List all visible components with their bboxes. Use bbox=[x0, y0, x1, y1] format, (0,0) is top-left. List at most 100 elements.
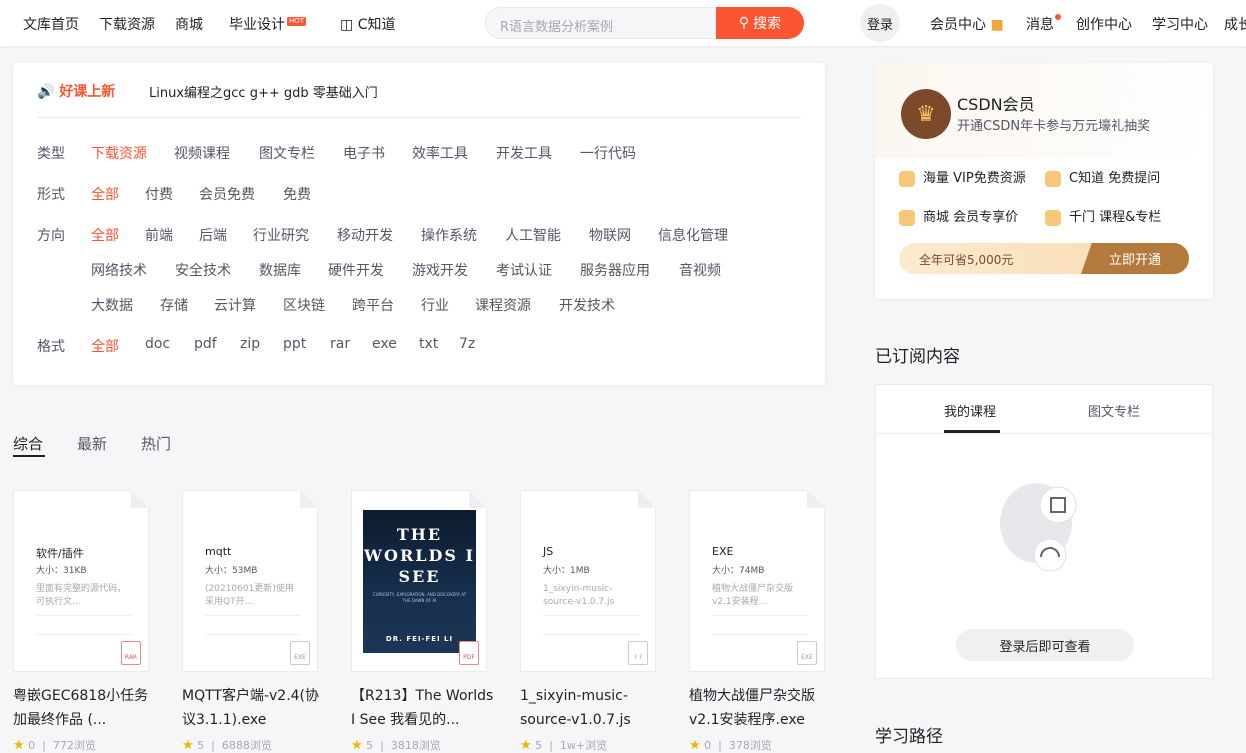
filter-dir[interactable]: 全部 bbox=[91, 225, 119, 245]
card-title[interactable]: MQTT客户端-v2.4(协议3.1.1).exe bbox=[182, 684, 326, 732]
filter-type-devtools[interactable]: 开发工具 bbox=[496, 143, 552, 163]
filter-fmt-rar[interactable]: rar bbox=[330, 336, 350, 352]
star-icon: ★ bbox=[182, 738, 194, 753]
nav-member-center[interactable]: 会员中心 ■ bbox=[930, 14, 1004, 34]
exe-file-icon: EXE bbox=[797, 641, 817, 665]
card-title[interactable]: 【R213】The Worlds I See 我看见的... bbox=[351, 684, 495, 732]
filter-fmt-7z[interactable]: 7z bbox=[459, 336, 475, 352]
cloud-icon bbox=[899, 170, 915, 187]
unknown-file-icon: ? ? bbox=[628, 641, 648, 665]
filter-fmt-doc[interactable]: doc bbox=[145, 336, 170, 352]
nav-c-zhidao[interactable]: ◫ C知道 bbox=[340, 14, 395, 34]
filter-dir[interactable]: 行业 bbox=[421, 295, 449, 315]
tab-hot[interactable]: 热门 bbox=[141, 433, 171, 454]
resource-card[interactable]: EXE 大小：74MB 植物大战僵尸杂交版v2.1安装程... EXE bbox=[689, 490, 825, 672]
resource-card[interactable]: JS 大小：1MB 1_sixyin-music-source-v1.0.7.j… bbox=[520, 490, 656, 672]
card-meta: ★ 0 | 378浏览 bbox=[689, 738, 772, 753]
login-to-view-button[interactable]: 登录后即可查看 bbox=[956, 629, 1134, 661]
nav-library-home[interactable]: 文库首页 bbox=[23, 14, 79, 34]
nav-download[interactable]: 下载资源 bbox=[99, 14, 155, 34]
file-type: EXE bbox=[712, 545, 734, 558]
filter-dir[interactable]: 网络技术 bbox=[91, 260, 147, 280]
nav-graduation[interactable]: 毕业设计 HOT bbox=[229, 14, 307, 34]
like-count: 5 bbox=[197, 739, 205, 752]
resource-card[interactable]: 软件/插件 大小：31KB 里面有完整的源代码，可执行文... RAR bbox=[13, 490, 149, 672]
filter-dir[interactable]: 硬件开发 bbox=[328, 260, 384, 280]
filter-dir[interactable]: 前端 bbox=[145, 225, 173, 245]
filter-dir[interactable]: 考试认证 bbox=[496, 260, 552, 280]
search-input[interactable]: R语言数据分析案例 bbox=[485, 7, 717, 39]
filter-dir[interactable]: 行业研究 bbox=[253, 225, 309, 245]
search-button[interactable]: ⚲ 搜索 bbox=[716, 7, 804, 39]
vip-open-button[interactable]: 立即开通 bbox=[1081, 243, 1189, 274]
filter-fmt-txt[interactable]: txt bbox=[419, 336, 438, 352]
nav-growth[interactable]: 成长 bbox=[1224, 14, 1246, 34]
filter-dir[interactable]: 存储 bbox=[160, 295, 188, 315]
filter-dir[interactable]: 服务器应用 bbox=[580, 260, 650, 280]
new-course-link[interactable]: Linux编程之gcc g++ gdb 零基础入门 bbox=[149, 82, 378, 101]
nav-creation-center[interactable]: 创作中心 bbox=[1076, 14, 1132, 34]
direction-label: 方向 bbox=[37, 228, 65, 244]
filter-dir[interactable]: 移动开发 bbox=[337, 225, 393, 245]
filter-dir[interactable]: 区块链 bbox=[283, 295, 325, 315]
card-title[interactable]: 粤嵌GEC6818小任务加最终作品 (... bbox=[13, 684, 157, 732]
filter-dir[interactable]: 大数据 bbox=[91, 295, 133, 315]
speaker-icon: 🔊 bbox=[37, 84, 55, 100]
filter-type-column[interactable]: 图文专栏 bbox=[259, 143, 315, 163]
resource-card[interactable]: THE WORLDS I SEE CURIOSITY, EXPLORATION,… bbox=[351, 490, 487, 672]
file-type: mqtt bbox=[205, 545, 232, 558]
resource-card[interactable]: mqtt 大小：53MB (20210601更新)使用采用QT开... EXE bbox=[182, 490, 318, 672]
vip-feature: C知道 免费提问 bbox=[1045, 167, 1160, 187]
filter-fmt-zip[interactable]: zip bbox=[240, 336, 260, 352]
nav-messages[interactable]: 消息 bbox=[1026, 14, 1061, 34]
filter-dir[interactable]: 物联网 bbox=[589, 225, 631, 245]
filter-dir[interactable]: 音视频 bbox=[679, 260, 721, 280]
filter-form-free[interactable]: 免费 bbox=[283, 184, 311, 204]
nav-learning-center[interactable]: 学习中心 bbox=[1152, 14, 1208, 34]
login-button[interactable]: 登录 bbox=[860, 4, 900, 42]
filter-dir[interactable]: 开发技术 bbox=[559, 295, 615, 315]
filter-fmt-all[interactable]: 全部 bbox=[91, 336, 119, 356]
filter-dir[interactable]: 人工智能 bbox=[505, 225, 561, 245]
filter-type-video[interactable]: 视频课程 bbox=[174, 143, 230, 163]
filter-form-all[interactable]: 全部 bbox=[91, 184, 119, 204]
vip-title: CSDN会员 bbox=[957, 95, 1035, 114]
filter-type-ebook[interactable]: 电子书 bbox=[343, 143, 385, 163]
vip-offer-bar: 全年可省5,000元 立即开通 bbox=[899, 243, 1189, 274]
filter-type-download[interactable]: 下载资源 bbox=[91, 143, 147, 163]
filter-type-efficiency[interactable]: 效率工具 bbox=[412, 143, 468, 163]
filter-fmt-ppt[interactable]: ppt bbox=[283, 336, 306, 352]
nav-messages-label: 消息 bbox=[1026, 17, 1054, 33]
vip-save-text: 全年可省5,000元 bbox=[919, 253, 1014, 267]
tab-latest[interactable]: 最新 bbox=[77, 433, 107, 454]
tab-comprehensive[interactable]: 综合 bbox=[13, 433, 43, 454]
filter-dir[interactable]: 游戏开发 bbox=[412, 260, 468, 280]
filter-dir[interactable]: 后端 bbox=[199, 225, 227, 245]
learning-path-heading: 学习路径 bbox=[875, 727, 943, 747]
crown-icon: ♛ bbox=[901, 89, 951, 139]
filter-dir[interactable]: 云计算 bbox=[214, 295, 256, 315]
filter-dir[interactable]: 操作系统 bbox=[421, 225, 477, 245]
filter-dir[interactable]: 信息化管理 bbox=[658, 225, 728, 245]
like-count: 0 bbox=[28, 739, 36, 752]
filter-type-oneline[interactable]: 一行代码 bbox=[580, 143, 636, 163]
view-count: 1w+浏览 bbox=[559, 739, 608, 752]
gift-icon: ■ bbox=[986, 17, 1004, 33]
filter-form-paid[interactable]: 付费 bbox=[145, 184, 173, 204]
nav-mall[interactable]: 商城 bbox=[175, 14, 203, 34]
view-count: 378浏览 bbox=[728, 739, 772, 752]
filter-dir[interactable]: 数据库 bbox=[259, 260, 301, 280]
filter-dir[interactable]: 跨平台 bbox=[352, 295, 394, 315]
filter-dir[interactable]: 课程资源 bbox=[475, 295, 531, 315]
tab-columns[interactable]: 图文专栏 bbox=[1088, 401, 1140, 420]
card-title[interactable]: 植物大战僵尸杂交版v2.1安装程序.exe bbox=[689, 684, 833, 732]
filter-form-member[interactable]: 会员免费 bbox=[199, 184, 255, 204]
card-title[interactable]: 1_sixyin-music-source-v1.0.7.js bbox=[520, 684, 664, 732]
filter-dir[interactable]: 安全技术 bbox=[175, 260, 231, 280]
filter-fmt-pdf[interactable]: pdf bbox=[194, 336, 217, 352]
file-desc: 1_sixyin-music-source-v1.0.7.js bbox=[543, 584, 615, 607]
tab-my-courses[interactable]: 我的课程 bbox=[944, 401, 996, 420]
divider bbox=[876, 433, 1212, 434]
filter-fmt-exe[interactable]: exe bbox=[372, 336, 397, 352]
tab-underline bbox=[13, 455, 45, 457]
